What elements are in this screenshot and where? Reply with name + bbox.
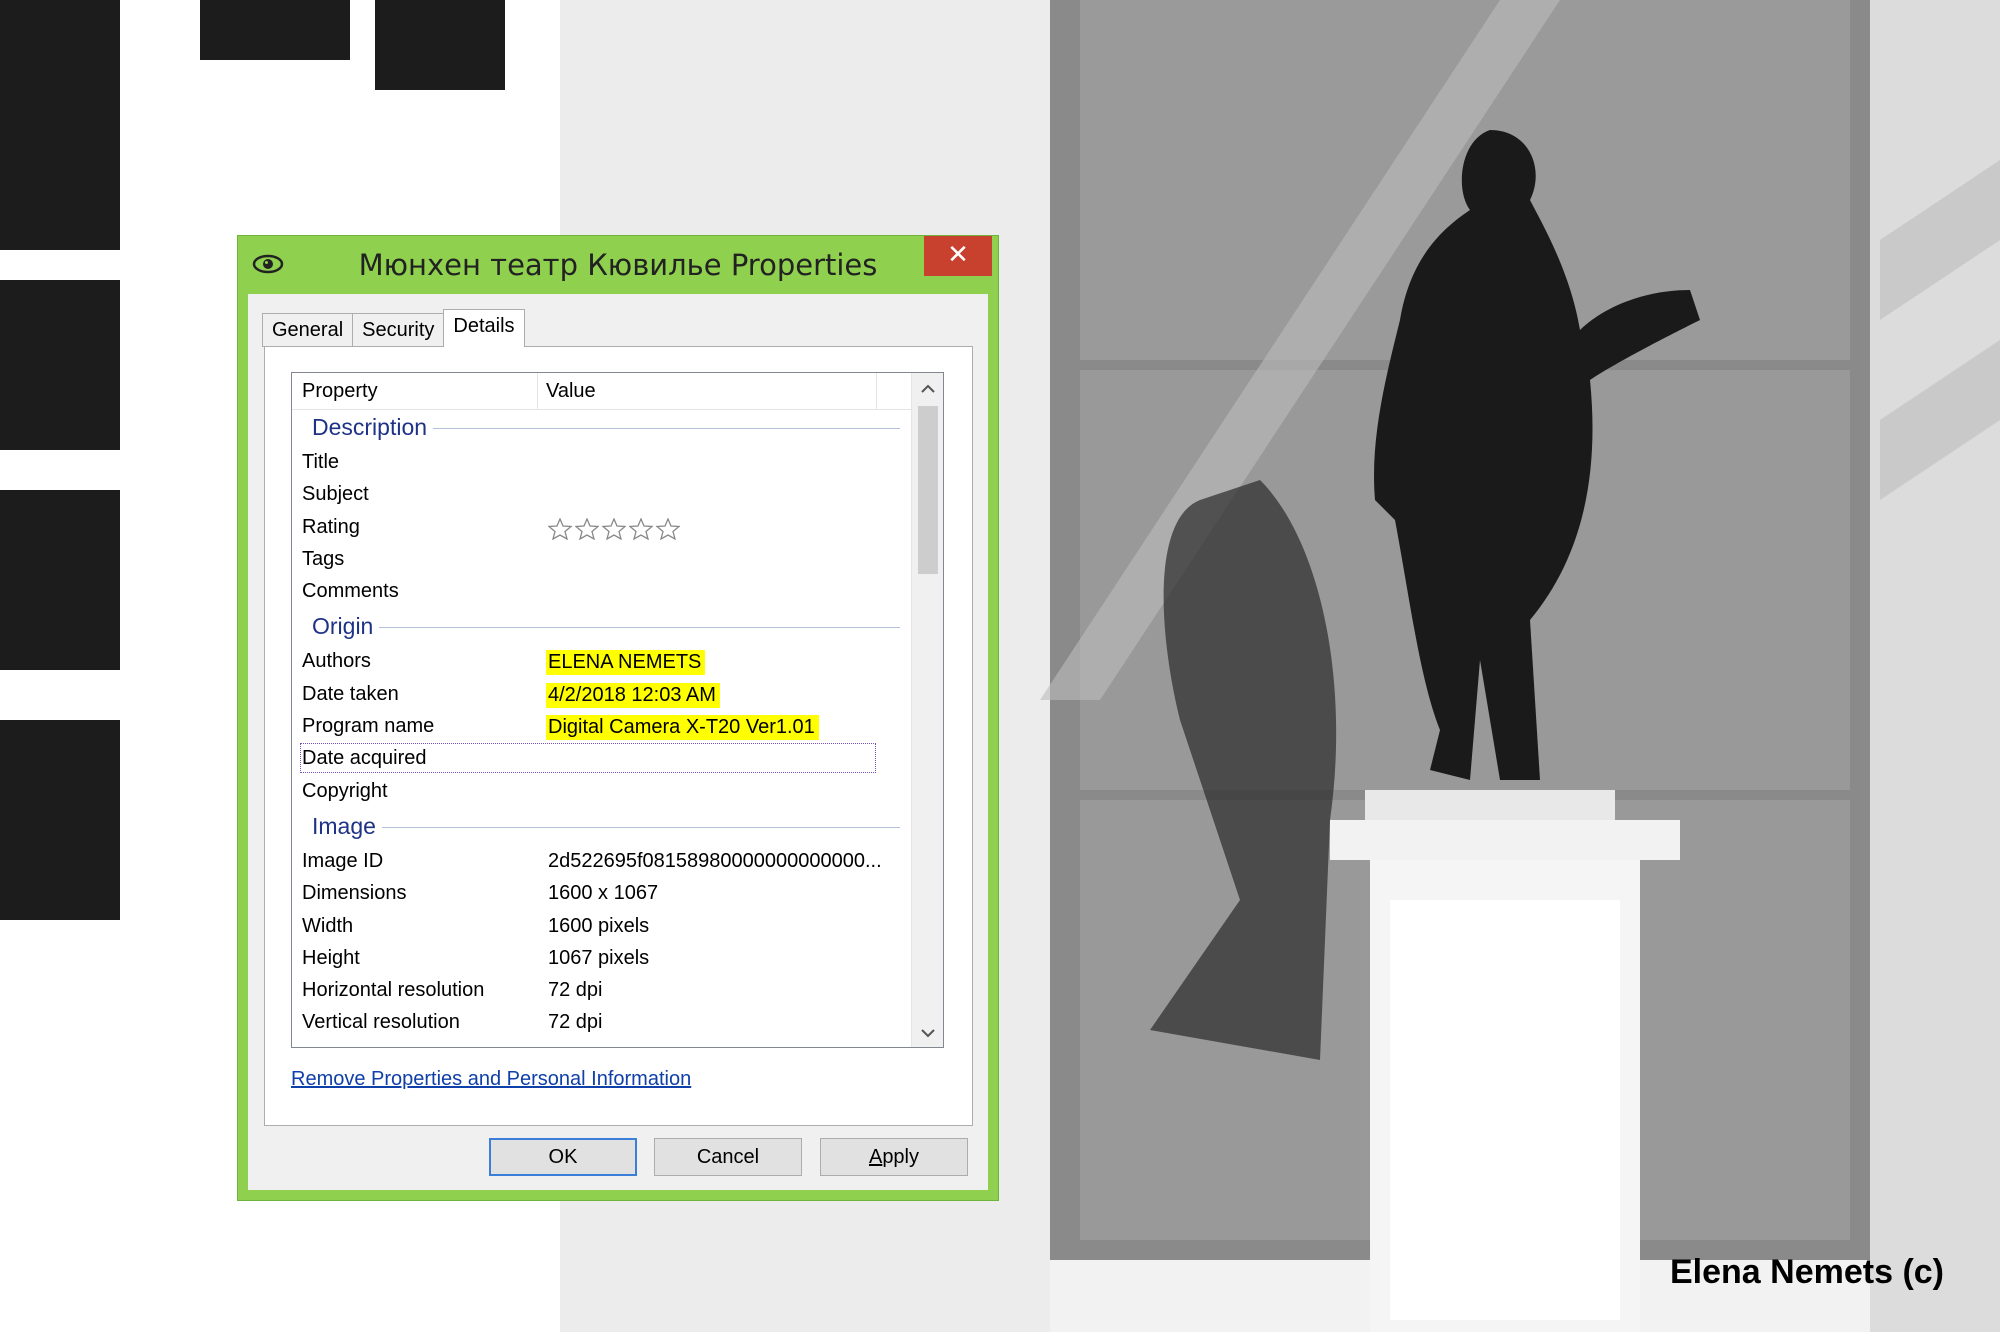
- tab-security[interactable]: Security: [352, 313, 444, 347]
- property-value[interactable]: 2d522695f08158980000000000000...: [548, 850, 882, 873]
- list-body: Description Title Subject Rating Tags Co…: [292, 409, 912, 1040]
- property-value[interactable]: 4/2/2018 12:03 AM: [546, 682, 720, 708]
- star-icon[interactable]: [602, 517, 626, 540]
- property-row-program-name[interactable]: Program name Digital Camera X-T20 Ver1.0…: [292, 711, 912, 743]
- property-value[interactable]: 1600 x 1067: [548, 882, 658, 905]
- column-header-property[interactable]: Property: [302, 380, 378, 403]
- title-bar[interactable]: Мюнхен театр Кювилье Properties ✕: [238, 236, 998, 294]
- group-divider: [312, 826, 900, 828]
- property-row-date-acquired[interactable]: Date acquired: [292, 743, 912, 775]
- group-divider: [312, 627, 900, 629]
- property-row-tags[interactable]: Tags: [292, 544, 912, 576]
- property-name: Title: [302, 451, 340, 473]
- property-row-title[interactable]: Title: [292, 447, 912, 479]
- dialog-title: Мюнхен театр Кювилье Properties: [358, 248, 878, 282]
- column-divider[interactable]: [537, 373, 538, 409]
- tab-general[interactable]: General: [262, 313, 353, 347]
- property-name: Width: [302, 914, 354, 937]
- property-row-image-id[interactable]: Image ID 2d522695f08158980000000000000..…: [292, 846, 912, 878]
- group-label: Description: [312, 414, 434, 441]
- property-row-date-taken[interactable]: Date taken 4/2/2018 12:03 AM: [292, 679, 912, 711]
- scroll-thumb[interactable]: [918, 406, 938, 574]
- details-panel: Property Value Description Title Subject…: [264, 346, 973, 1126]
- property-name: Date taken: [302, 682, 399, 705]
- property-row-dimensions[interactable]: Dimensions 1600 x 1067: [292, 878, 912, 910]
- property-value[interactable]: Digital Camera X-T20 Ver1.01: [546, 715, 819, 741]
- property-name: Height: [302, 946, 360, 969]
- apply-accelerator: A: [868, 1146, 883, 1168]
- property-name: Date acquired: [302, 747, 427, 770]
- property-value[interactable]: ELENA NEMETS: [546, 650, 706, 676]
- property-name: Comments: [302, 580, 399, 603]
- property-name: Vertical resolution: [302, 1011, 460, 1034]
- group-description: Description: [292, 409, 912, 447]
- properties-dialog: Мюнхен театр Кювилье Properties ✕ Genera…: [237, 235, 999, 1201]
- property-name: Subject: [302, 483, 369, 506]
- tab-strip: General Security Details: [262, 309, 525, 347]
- star-icon[interactable]: [575, 517, 599, 540]
- close-icon: ✕: [947, 240, 969, 270]
- star-icon[interactable]: [548, 517, 572, 540]
- property-row-authors[interactable]: Authors ELENA NEMETS: [292, 646, 912, 678]
- scroll-up-button[interactable]: [912, 373, 943, 403]
- properties-list[interactable]: Property Value Description Title Subject…: [291, 372, 944, 1048]
- property-name: Program name: [302, 715, 435, 738]
- group-origin: Origin: [292, 608, 912, 646]
- property-value[interactable]: 1067 pixels: [548, 947, 649, 970]
- property-row-copyright[interactable]: Copyright: [292, 776, 912, 808]
- apply-label: pply: [882, 1146, 920, 1168]
- rating-stars[interactable]: [548, 517, 680, 540]
- ok-button[interactable]: OK: [489, 1138, 637, 1176]
- property-name: Rating: [302, 515, 360, 538]
- dialog-client: General Security Details Property Value …: [248, 294, 988, 1190]
- cancel-button[interactable]: Cancel: [654, 1138, 802, 1176]
- chevron-down-icon: [920, 1029, 935, 1038]
- group-label: Image: [312, 812, 382, 840]
- photo-credit: Elena Nemets (c): [1670, 1253, 1944, 1291]
- scroll-down-button[interactable]: [912, 1017, 943, 1047]
- column-header-value[interactable]: Value: [546, 380, 596, 403]
- property-row-horizontal-resolution[interactable]: Horizontal resolution 72 dpi: [292, 975, 912, 1007]
- tab-details[interactable]: Details: [443, 309, 525, 347]
- group-label: Origin: [312, 613, 380, 641]
- property-name: Tags: [302, 547, 345, 570]
- close-button[interactable]: ✕: [924, 236, 992, 276]
- property-name: Horizontal resolution: [302, 979, 485, 1002]
- property-value[interactable]: 1600 pixels: [548, 915, 649, 938]
- group-image: Image: [292, 808, 912, 846]
- property-name: Dimensions: [302, 882, 407, 905]
- property-row-rating[interactable]: Rating: [292, 512, 912, 544]
- apply-button[interactable]: Apply: [820, 1138, 968, 1176]
- property-value[interactable]: 72 dpi: [548, 1011, 603, 1034]
- star-icon[interactable]: [629, 517, 653, 540]
- star-icon[interactable]: [656, 517, 680, 540]
- property-name: Authors: [302, 650, 371, 673]
- property-row-width[interactable]: Width 1600 pixels: [292, 911, 912, 943]
- property-name: Image ID: [302, 849, 384, 872]
- property-row-comments[interactable]: Comments: [292, 576, 912, 608]
- property-row-subject[interactable]: Subject: [292, 479, 912, 511]
- vertical-scrollbar[interactable]: [911, 373, 943, 1047]
- list-header: Property Value: [292, 373, 912, 410]
- remove-properties-link[interactable]: Remove Properties and Personal Informati…: [291, 1068, 691, 1091]
- property-row-vertical-resolution[interactable]: Vertical resolution 72 dpi: [292, 1007, 912, 1039]
- property-value[interactable]: 72 dpi: [548, 979, 603, 1002]
- property-row-height[interactable]: Height 1067 pixels: [292, 943, 912, 975]
- column-divider[interactable]: [876, 373, 877, 409]
- property-name: Copyright: [302, 779, 388, 802]
- chevron-up-icon: [920, 384, 935, 393]
